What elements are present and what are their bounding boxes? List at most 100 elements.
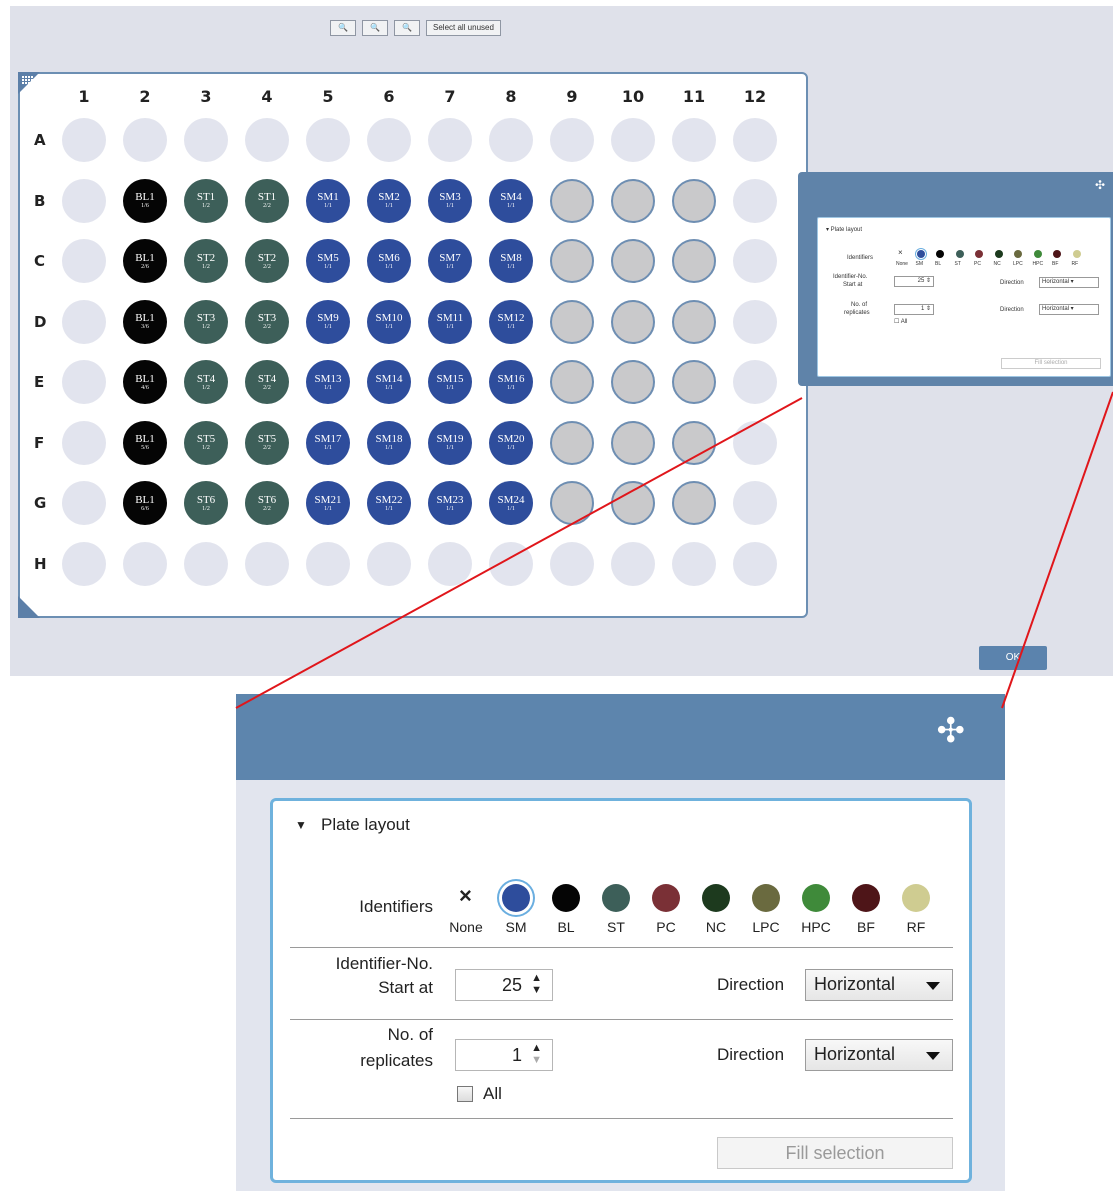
well-F1[interactable] xyxy=(62,420,106,465)
section-title[interactable]: Plate layout xyxy=(321,815,410,835)
row-label-B[interactable]: B xyxy=(34,192,50,210)
identifier-hpc-dot[interactable] xyxy=(1033,250,1042,258)
identifier-lpc-dot[interactable] xyxy=(1014,250,1022,258)
well-D9[interactable] xyxy=(550,299,594,344)
column-label-11[interactable]: 11 xyxy=(679,87,709,106)
column-label-1[interactable]: 1 xyxy=(69,87,99,106)
well-H6[interactable] xyxy=(367,541,411,586)
well-A11[interactable] xyxy=(672,118,716,162)
well-C6[interactable]: SM6 1/1 xyxy=(367,239,411,283)
direction-select-2[interactable]: Horizontal xyxy=(805,1039,953,1071)
identifier-nc-dot[interactable] xyxy=(702,884,730,912)
row-label-F[interactable]: F xyxy=(34,434,50,452)
well-G1[interactable] xyxy=(62,481,106,525)
column-label-7[interactable]: 7 xyxy=(435,87,465,106)
well-E2[interactable]: BL1 4/6 xyxy=(123,360,167,404)
well-G3[interactable]: ST6 1/2 xyxy=(184,481,228,525)
identifier-rf-dot[interactable] xyxy=(1072,250,1081,258)
identifier-nc-dot[interactable] xyxy=(994,250,1003,258)
all-checkbox[interactable] xyxy=(457,1086,473,1102)
well-H12[interactable] xyxy=(733,541,777,586)
row-label-D[interactable]: D xyxy=(34,313,50,331)
well-G7[interactable]: SM23 1/1 xyxy=(428,481,472,525)
well-G6[interactable]: SM22 1/1 xyxy=(367,481,411,525)
well-A2[interactable] xyxy=(123,118,167,162)
well-F8[interactable]: SM20 1/1 xyxy=(489,420,533,465)
well-C4[interactable]: ST2 2/2 xyxy=(245,239,289,283)
well-E5[interactable]: SM13 1/1 xyxy=(306,360,350,404)
well-E6[interactable]: SM14 1/1 xyxy=(367,360,411,404)
select-all-unused-button[interactable]: Select all unused xyxy=(426,20,501,36)
well-F9[interactable] xyxy=(550,420,594,465)
column-label-8[interactable]: 8 xyxy=(496,87,526,106)
well-B2[interactable]: BL1 1/6 xyxy=(123,178,167,223)
all-label[interactable]: ☐ All xyxy=(894,318,907,325)
collapse-triangle-icon[interactable]: ▼ xyxy=(295,818,307,832)
well-H7[interactable] xyxy=(428,541,472,586)
row-label-C[interactable]: C xyxy=(34,252,50,270)
well-G4[interactable]: ST6 2/2 xyxy=(245,481,289,525)
well-G9[interactable] xyxy=(550,481,594,525)
stepper-arrows-icon[interactable]: ▲ ▼ xyxy=(531,972,542,996)
direction-select-1[interactable]: Horizontal ▾ xyxy=(1039,277,1099,288)
well-H11[interactable] xyxy=(672,541,716,586)
well-F3[interactable]: ST5 1/2 xyxy=(184,420,228,465)
well-E3[interactable]: ST4 1/2 xyxy=(184,360,228,404)
row-label-G[interactable]: G xyxy=(34,494,50,512)
well-D1[interactable] xyxy=(62,299,106,344)
row-label-H[interactable]: H xyxy=(34,555,50,573)
well-G11[interactable] xyxy=(672,481,716,525)
well-C3[interactable]: ST2 1/2 xyxy=(184,239,228,283)
zoom-reset-button[interactable]: 🔍 xyxy=(362,20,388,36)
well-B6[interactable]: SM2 1/1 xyxy=(367,178,411,223)
well-C5[interactable]: SM5 1/1 xyxy=(306,239,350,283)
start-at-stepper[interactable]: 25 ⇕ xyxy=(894,276,934,287)
well-B9[interactable] xyxy=(550,178,594,223)
well-B11[interactable] xyxy=(672,178,716,223)
well-D3[interactable]: ST3 1/2 xyxy=(184,299,228,344)
well-F4[interactable]: ST5 2/2 xyxy=(245,420,289,465)
well-F7[interactable]: SM19 1/1 xyxy=(428,420,472,465)
move-arrows-icon[interactable]: ✣ xyxy=(1095,178,1105,192)
well-D7[interactable]: SM11 1/1 xyxy=(428,299,472,344)
column-label-10[interactable]: 10 xyxy=(618,87,648,106)
replicates-stepper[interactable]: 1 ⇕ xyxy=(894,304,934,315)
well-B8[interactable]: SM4 1/1 xyxy=(489,178,533,223)
well-H2[interactable] xyxy=(123,541,167,586)
well-E4[interactable]: ST4 2/2 xyxy=(245,360,289,404)
well-F10[interactable] xyxy=(611,420,655,465)
identifier-lpc-dot[interactable] xyxy=(752,884,780,912)
zoom-out-button[interactable]: 🔍 xyxy=(394,20,420,36)
identifier-bl-dot[interactable] xyxy=(552,884,580,912)
fill-selection-button[interactable]: Fill selection xyxy=(1001,358,1101,369)
row-label-E[interactable]: E xyxy=(34,373,50,391)
well-G5[interactable]: SM21 1/1 xyxy=(306,481,350,525)
column-label-2[interactable]: 2 xyxy=(130,87,160,106)
row-label-A[interactable]: A xyxy=(34,131,50,149)
identifier-hpc-dot[interactable] xyxy=(802,884,830,912)
identifier-st-dot[interactable] xyxy=(602,884,630,912)
start-at-stepper[interactable]: 25 ▲ ▼ xyxy=(455,969,553,1001)
identifier-st-dot[interactable] xyxy=(955,250,964,258)
column-label-9[interactable]: 9 xyxy=(557,87,587,106)
well-A9[interactable] xyxy=(550,118,594,162)
well-H5[interactable] xyxy=(306,541,350,586)
all-label[interactable]: All xyxy=(483,1084,502,1104)
well-A4[interactable] xyxy=(245,118,289,162)
well-C7[interactable]: SM7 1/1 xyxy=(428,239,472,283)
well-B12[interactable] xyxy=(733,178,777,223)
column-label-4[interactable]: 4 xyxy=(252,87,282,106)
well-C10[interactable] xyxy=(611,239,655,283)
well-A12[interactable] xyxy=(733,118,777,162)
well-A10[interactable] xyxy=(611,118,655,162)
well-D4[interactable]: ST3 2/2 xyxy=(245,299,289,344)
well-H10[interactable] xyxy=(611,541,655,586)
identifier-rf-dot[interactable] xyxy=(902,884,930,912)
well-H4[interactable] xyxy=(245,541,289,586)
well-F12[interactable] xyxy=(733,420,777,465)
identifier-sm-dot[interactable] xyxy=(502,884,530,912)
section-title[interactable]: ▾ Plate layout xyxy=(826,226,862,233)
well-E7[interactable]: SM15 1/1 xyxy=(428,360,472,404)
well-B1[interactable] xyxy=(62,178,106,223)
well-A1[interactable] xyxy=(62,118,106,162)
